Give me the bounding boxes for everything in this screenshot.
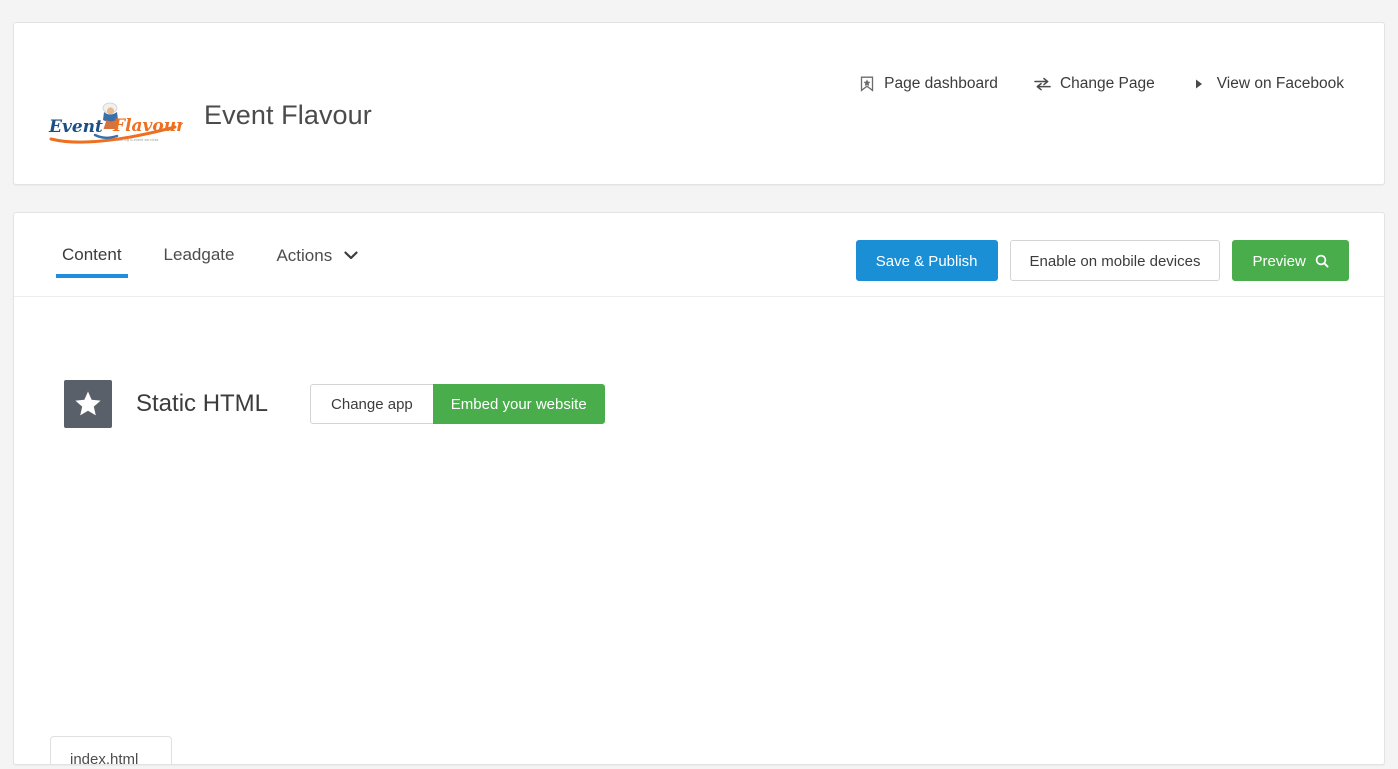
- tab-content[interactable]: Content: [56, 245, 128, 278]
- preview-button[interactable]: Preview: [1232, 240, 1349, 281]
- main-card: Content Leadgate Actions Save & Publish …: [13, 212, 1385, 765]
- play-triangle-icon: [1191, 76, 1208, 93]
- preview-button-label: Preview: [1252, 253, 1306, 270]
- tab-bar: Content Leadgate Actions Save & Publish …: [14, 213, 1384, 297]
- nav-view-on-facebook-label: View on Facebook: [1216, 75, 1344, 92]
- nav-page-dashboard[interactable]: Page dashboard: [858, 75, 998, 93]
- svg-text:catering & event services: catering & event services: [115, 138, 159, 142]
- save-publish-button[interactable]: Save & Publish: [855, 240, 998, 281]
- enable-mobile-button[interactable]: Enable on mobile devices: [1009, 240, 1221, 281]
- swap-arrows-icon: [1034, 76, 1051, 93]
- svg-text:Flavour: Flavour: [112, 116, 183, 136]
- app-action-buttons: Change app Embed your website: [310, 384, 605, 424]
- tab-list: Content Leadgate Actions: [56, 245, 364, 279]
- page-title: Event Flavour: [204, 100, 372, 130]
- page-background: Event Flavour catering & event services …: [0, 0, 1398, 769]
- tab-leadgate-label: Leadgate: [163, 245, 235, 264]
- nav-change-page[interactable]: Change Page: [1034, 75, 1155, 93]
- nav-change-page-label: Change Page: [1059, 75, 1155, 92]
- magnifier-icon: [1315, 243, 1329, 284]
- change-app-button[interactable]: Change app: [310, 384, 434, 424]
- chevron-down-icon: [344, 245, 358, 265]
- tab-actions[interactable]: Actions: [270, 245, 363, 279]
- nav-view-on-facebook[interactable]: View on Facebook: [1191, 75, 1344, 93]
- file-tab-index-html[interactable]: index.html: [50, 736, 172, 765]
- app-name: Static HTML: [136, 390, 269, 417]
- tab-content-label: Content: [62, 245, 122, 264]
- tab-leadgate[interactable]: Leadgate: [158, 245, 241, 278]
- app-row: Static HTML Change app Embed your websit…: [64, 380, 605, 428]
- header-card: Event Flavour catering & event services …: [13, 22, 1385, 185]
- star-icon: [64, 380, 112, 428]
- file-tab-label: index.html: [70, 751, 139, 765]
- event-flavour-logo: Event Flavour catering & event services: [43, 99, 186, 149]
- header-nav: Page dashboard Change Page View on Faceb…: [858, 75, 1344, 93]
- svg-text:Event: Event: [48, 117, 103, 137]
- bookmark-icon: [858, 76, 875, 93]
- embed-website-button[interactable]: Embed your website: [432, 384, 605, 424]
- nav-page-dashboard-label: Page dashboard: [884, 75, 998, 92]
- tab-actions-label: Actions: [276, 246, 333, 265]
- toolbar-actions: Save & Publish Enable on mobile devices …: [855, 240, 1349, 281]
